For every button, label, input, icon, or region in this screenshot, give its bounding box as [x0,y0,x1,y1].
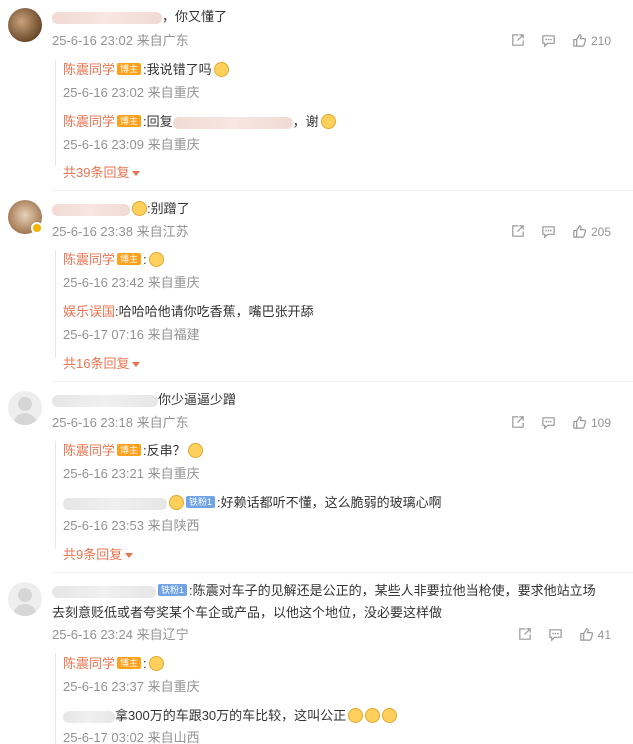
blogger-badge: 博主 [117,63,142,75]
reply-1: 陈震同学 博主:反串？ [63,442,203,460]
comment-icon[interactable] [541,33,556,48]
like-count: 41 [597,627,611,642]
more-replies-link[interactable]: 共16条回复 [63,355,141,373]
avatar[interactable] [8,582,42,616]
like-icon [573,416,587,429]
comment-icon[interactable] [548,627,563,642]
blogger-badge: 博主 [117,115,142,127]
blurred-username [63,497,167,510]
blogger-badge: 博主 [117,444,142,456]
comment-actions: 205 [510,224,611,239]
divider [52,190,633,191]
reply-meta: 25-6-16 23:42 来自重庆 [63,275,200,290]
reply-username[interactable]: 娱乐误国 [63,304,115,319]
reply-username[interactable]: 陈震同学 [63,443,115,458]
blogger-badge: 博主 [117,253,142,265]
more-replies-link[interactable]: 共39条回复 [63,164,141,182]
reply-meta: 25-6-16 23:02 来自重庆 [63,85,200,100]
comment-meta: 25-6-16 23:24 来自辽宁 [52,627,189,642]
like-button[interactable]: 109 [572,415,611,430]
reply-meta: 25-6-16 23:37 来自重庆 [63,679,200,694]
avatar[interactable] [8,391,42,425]
comment-text: 你少逼逼少蹭 [52,391,236,409]
blurred-username [172,116,293,129]
blogger-badge: 博主 [117,657,142,669]
sweat-smile-emoji-icon [365,708,381,723]
comment-meta: 25-6-16 23:02 来自广东 [52,33,189,48]
divider [52,381,633,382]
reply-1: 陈震同学 博主: [63,251,164,269]
reply-meta: 25-6-16 23:53 来自陕西 [63,518,200,533]
fan-badge: 铁粉1 [186,496,216,508]
clap-emoji-icon [148,656,164,671]
thinking-emoji-icon [213,62,229,77]
blurred-username [52,11,162,24]
reply-meta: 25-6-17 03:02 来自山西 [63,730,200,744]
like-button[interactable]: 205 [572,224,611,239]
reply-username[interactable]: 陈震同学 [63,252,115,267]
emoji-icon [148,252,164,267]
like-count: 210 [590,33,611,48]
share-icon[interactable] [510,33,525,48]
like-icon [573,34,587,47]
chevron-down-icon [125,553,134,558]
reply-meta: 25-6-16 23:09 来自重庆 [63,137,200,152]
chevron-down-icon [132,362,141,367]
reply-rule [55,60,56,166]
divider [52,572,633,573]
comment-text: ，你又懂了 [52,8,227,26]
reply-username[interactable]: 陈震同学 [63,62,115,77]
comment-text-line-2: 去刻意贬低或者夸奖某个车企或产品，以他这个地位，没必要这样做 [52,605,443,620]
comment-text: :别蹭了 [52,200,190,218]
reply-username[interactable]: 陈震同学 [63,114,115,129]
blurred-username [63,710,115,723]
like-button[interactable]: 41 [579,627,611,642]
comment-meta: 25-6-16 23:38 来自江苏 [52,224,189,239]
sweat-smile-emoji-icon [348,708,364,723]
reply-rule [55,653,56,744]
reply-rule [55,250,56,358]
comment-actions: 41 [517,627,611,642]
comment-actions: 109 [510,415,611,430]
reply-2: 娱乐误国:哈哈哈他请你吃香蕉，嘴巴张开舔 [63,304,314,319]
like-count: 205 [590,224,611,239]
like-button[interactable]: 210 [572,33,611,48]
clap-emoji-icon [320,114,336,129]
chevron-down-icon [132,171,141,176]
reply-2: 铁粉1:好赖话都听不懂，这么脆弱的玻璃心啊 [63,494,442,512]
reply-rule [55,441,56,549]
blurred-username [52,394,158,407]
emoji-icon [169,495,184,510]
comment-actions: 210 [510,33,611,48]
sweat-smile-emoji-icon [382,708,398,723]
comment-meta: 25-6-16 23:18 来自广东 [52,415,189,430]
comment-icon[interactable] [541,415,556,430]
share-icon[interactable] [517,627,532,642]
comment-icon[interactable] [541,224,556,239]
thinking-emoji-icon [187,443,203,458]
blurred-username [52,203,130,216]
reply-2: 拿300万的车跟30万的车比较，这叫公正 [63,707,398,725]
blurred-username [52,585,156,598]
reply-2: 陈震同学 博主:回复 ，谢 [63,113,336,131]
share-icon[interactable] [510,415,525,430]
like-icon [573,225,587,238]
avatar[interactable] [8,8,42,42]
like-icon [579,628,593,641]
reply-username[interactable]: 陈震同学 [63,656,115,671]
reply-meta: 25-6-16 23:21 来自重庆 [63,466,200,481]
more-replies-link[interactable]: 共9条回复 [63,546,134,564]
like-count: 109 [590,415,611,430]
reply-1: 陈震同学 博主:我说错了吗 [63,61,229,79]
reply-1: 陈震同学 博主: [63,655,164,673]
emoji-icon [132,201,147,216]
comment-text: 铁粉1:陈震对车子的见解还是公正的，某些人非要拉他当枪使，要求他站立场 [52,582,596,600]
verified-badge-icon [31,222,43,234]
reply-meta: 25-6-17 07:16 来自福建 [63,327,200,342]
share-icon[interactable] [510,224,525,239]
fan-badge: 铁粉1 [158,584,188,596]
